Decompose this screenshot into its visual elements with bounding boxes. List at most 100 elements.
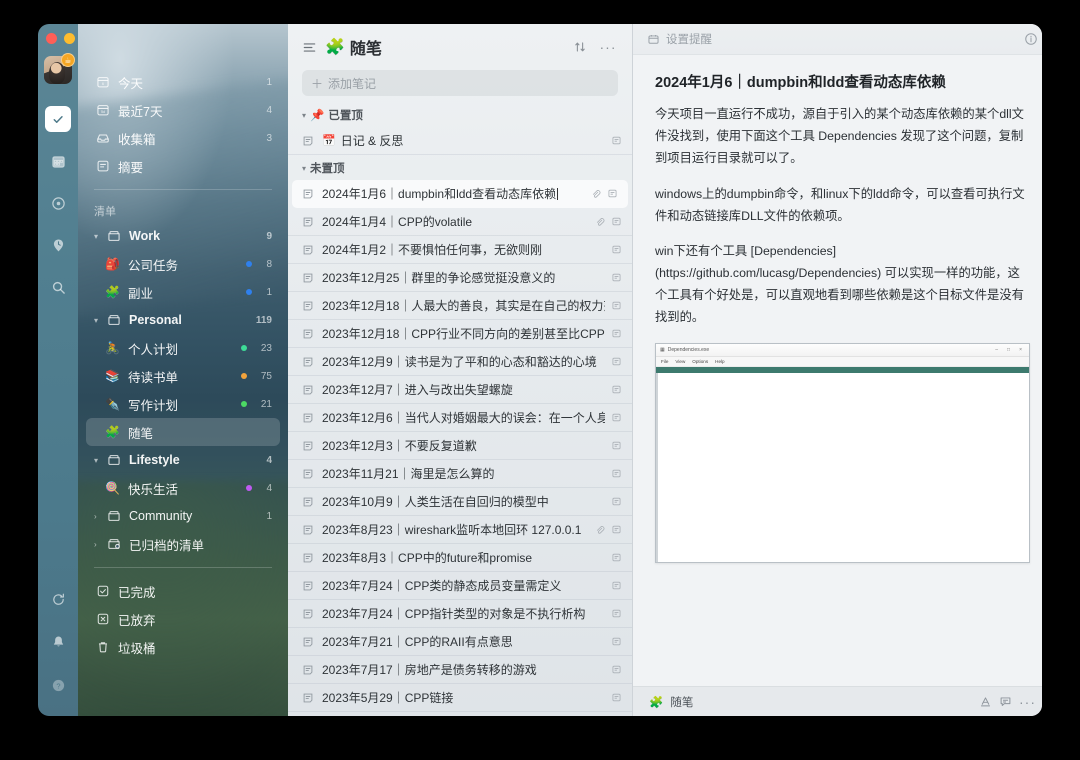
- note-meta: [611, 664, 622, 675]
- sidebar-group-archived[interactable]: › 已归档的清单: [86, 530, 280, 558]
- more-icon[interactable]: ···: [1019, 695, 1036, 709]
- list-item[interactable]: 2024年1月4｜CPP的volatile: [288, 208, 632, 236]
- list-color-dot: [246, 485, 253, 491]
- list-item[interactable]: 2023年7月17｜房地产是债务转移的游戏: [288, 656, 632, 684]
- sidebar-item-essays[interactable]: 🧩 随笔: [86, 418, 280, 446]
- hamburger-icon[interactable]: [302, 40, 317, 55]
- sidebar-item-writing-plan[interactable]: ✒️ 写作计划 21: [86, 390, 280, 418]
- sidebar-group-lifestyle[interactable]: ▾ Lifestyle 4: [86, 446, 280, 474]
- section-emoji: 📌: [310, 110, 325, 122]
- sidebar-item-summary[interactable]: 摘要: [86, 152, 280, 180]
- add-note-input[interactable]: ＋ 添加笔记: [302, 70, 618, 96]
- list-item[interactable]: 2023年12月7｜进入与改出失望螺旋: [288, 376, 632, 404]
- rail-item-help[interactable]: ?: [45, 672, 71, 698]
- svg-text:5d: 5d: [100, 110, 104, 114]
- chevron-down-icon[interactable]: ▾: [94, 232, 103, 241]
- folder-icon: [105, 509, 122, 523]
- sidebar-item-label: 快乐生活: [128, 482, 179, 497]
- more-icon[interactable]: ···: [598, 37, 618, 57]
- note-badge-icon: [611, 496, 622, 507]
- note-badge-icon: [611, 244, 622, 255]
- close-window-button[interactable]: [46, 33, 57, 44]
- note-content[interactable]: 2024年1月6｜dumpbin和ldd查看动态库依赖 今天项目一直运行不成功，…: [633, 54, 1042, 686]
- rail-item-focus[interactable]: [45, 190, 71, 216]
- reminder-label[interactable]: 设置提醒: [666, 31, 712, 47]
- sidebar-group-work[interactable]: ▾ Work 9: [86, 222, 280, 250]
- sidebar-divider: [94, 189, 272, 190]
- list-item[interactable]: 2023年10月9｜人类生活在自回归的模型中: [288, 488, 632, 516]
- sidebar-item-happy-life[interactable]: 🍭 快乐生活 4: [86, 474, 280, 502]
- sidebar-item-inbox[interactable]: 收集箱 3: [86, 124, 280, 152]
- format-text-icon[interactable]: [979, 695, 992, 708]
- reminder-icon[interactable]: [647, 33, 660, 46]
- note-title: 2023年12月18｜CPP行业不同方向的差别甚至比CPP和JAVA的: [322, 327, 605, 341]
- comment-icon[interactable]: [999, 695, 1012, 708]
- list-item[interactable]: 📅 日记 & 反思: [288, 127, 632, 155]
- list-item[interactable]: 2023年5月29｜CPP链接: [288, 684, 632, 712]
- note-badge-icon: [611, 384, 622, 395]
- list-color-dot: [240, 401, 247, 407]
- sidebar-item-reading-list[interactable]: 📚 待读书单 75: [86, 362, 280, 390]
- list-item[interactable]: 2024年1月6｜dumpbin和ldd查看动态库依赖: [292, 180, 628, 208]
- rail-item-notifications[interactable]: [45, 629, 71, 655]
- sidebar-item-sideproject[interactable]: 🧩 副业 1: [86, 278, 280, 306]
- embedded-canvas: [656, 372, 1029, 562]
- section-header-pinned[interactable]: ▾ 📌 已置顶: [288, 102, 632, 127]
- sidebar-item-company-tasks[interactable]: 🎒 公司任务 8: [86, 250, 280, 278]
- list-item[interactable]: 2023年12月3｜不要反复道歉: [288, 432, 632, 460]
- rail-item-tasks[interactable]: [45, 106, 71, 132]
- list-item[interactable]: 2023年12月25｜群里的争论感觉挺没意义的: [288, 264, 632, 292]
- section-label: 已置顶: [328, 110, 363, 122]
- note-badge-icon: [611, 216, 622, 227]
- list-item[interactable]: 2023年12月9｜读书是为了平和的心态和豁达的心境: [288, 348, 632, 376]
- sort-icon[interactable]: [570, 37, 590, 57]
- chevron-down-icon[interactable]: ▾: [94, 456, 103, 465]
- list-item[interactable]: 2023年8月3｜CPP中的future和promise: [288, 544, 632, 572]
- sidebar-item-personal-plan[interactable]: 🚴 个人计划 23: [86, 334, 280, 362]
- chevron-right-icon[interactable]: ›: [94, 512, 103, 521]
- rail-item-search[interactable]: [45, 274, 71, 300]
- note-title: 2023年7月24｜CPP类的静态成员变量需定义: [322, 579, 562, 593]
- sidebar-item-next7days[interactable]: 5d 最近7天 4: [86, 96, 280, 124]
- list-item[interactable]: 2023年8月23｜wireshark监听本地回环 127.0.0.1: [288, 516, 632, 544]
- avatar[interactable]: ☕: [44, 53, 75, 84]
- minimize-window-button[interactable]: [64, 33, 75, 44]
- list-item[interactable]: 2023年7月21｜CPP的RAII有点意思: [288, 628, 632, 656]
- rail-item-habit[interactable]: [45, 232, 71, 258]
- chevron-down-icon[interactable]: ▾: [302, 111, 306, 120]
- list-color-dot: [240, 345, 247, 351]
- list-color-dot: [246, 261, 253, 267]
- sidebar-group-community[interactable]: › Community 1: [86, 502, 280, 530]
- chevron-right-icon[interactable]: ›: [94, 540, 103, 549]
- note-title: 2023年12月9｜读书是为了平和的心态和豁达的心境: [322, 355, 597, 369]
- note-icon: [302, 440, 315, 452]
- list-item[interactable]: 2024年1月2｜不要惧怕任何事，无欲则刚: [288, 236, 632, 264]
- list-item[interactable]: 2023年11月21｜海里是怎么算的: [288, 460, 632, 488]
- sidebar-item-completed[interactable]: 已完成: [86, 577, 280, 605]
- list-item[interactable]: 2023年7月24｜CPP指针类型的对象是不执行析构: [288, 600, 632, 628]
- list-emoji: 🎒: [105, 257, 120, 271]
- note-meta: [611, 328, 622, 339]
- list-item[interactable]: 2023年12月6｜当代人对婚姻最大的误会：在一个人身上实现所: [288, 404, 632, 432]
- sidebar-item-count: 1: [266, 76, 272, 88]
- note-icon: [302, 636, 315, 648]
- rail-item-calendar[interactable]: [45, 148, 71, 174]
- chevron-down-icon[interactable]: ▾: [94, 316, 103, 325]
- embedded-menubar: File View Options Help: [656, 356, 1029, 367]
- note-emoji: 📅: [322, 135, 336, 147]
- rail-icon-list: [45, 106, 71, 300]
- footer-list-name[interactable]: 随笔: [670, 694, 693, 710]
- rail-item-sync[interactable]: [45, 586, 71, 612]
- section-header-unpinned[interactable]: ▾ 未置顶: [288, 155, 632, 180]
- calendar-icon: [51, 155, 65, 168]
- info-icon[interactable]: [1024, 32, 1038, 46]
- list-item[interactable]: 2023年12月18｜人最大的善良，其实是在自己的权力范围内不为: [288, 292, 632, 320]
- sidebar-item-today[interactable]: 6 今天 1: [86, 68, 280, 96]
- sidebar-group-personal[interactable]: ▾ Personal 119: [86, 306, 280, 334]
- chevron-down-icon[interactable]: ▾: [302, 164, 306, 173]
- list-item[interactable]: 2023年12月18｜CPP行业不同方向的差别甚至比CPP和JAVA的: [288, 320, 632, 348]
- embedded-screenshot[interactable]: ▦ Dependencies.exe – □ × File View Optio…: [655, 342, 1030, 563]
- sidebar-item-trash[interactable]: 垃圾桶: [86, 633, 280, 661]
- sidebar-item-abandoned[interactable]: 已放弃: [86, 605, 280, 633]
- list-item[interactable]: 2023年7月24｜CPP类的静态成员变量需定义: [288, 572, 632, 600]
